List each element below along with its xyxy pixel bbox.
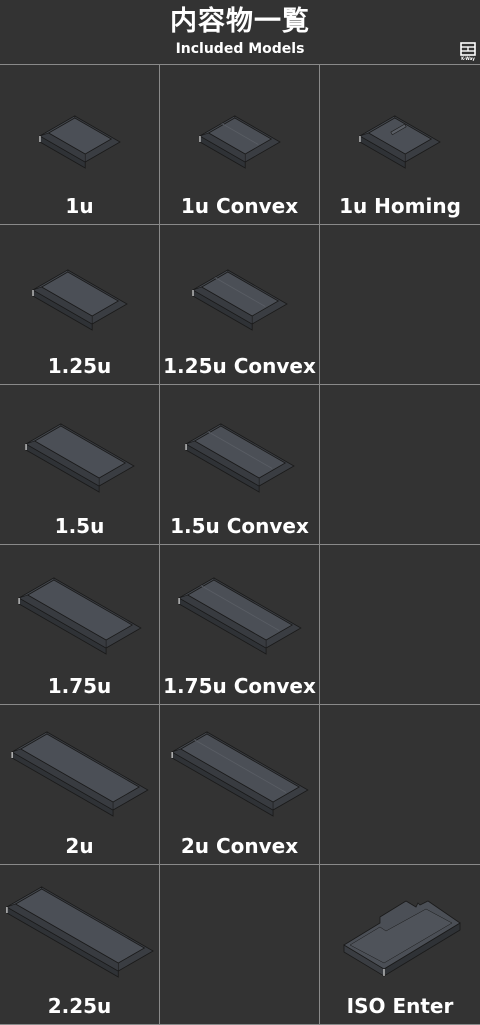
model-cell: 2u	[0, 705, 160, 865]
model-label: 2.25u	[47, 994, 112, 1018]
model-cell: ISO Enter	[320, 865, 480, 1025]
model-label: 2u	[65, 834, 94, 858]
model-cell: 1.25u Convex	[160, 225, 320, 385]
model-cell: 2u Convex	[160, 705, 320, 865]
model-label: ISO Enter	[346, 994, 454, 1018]
model-label: 2u Convex	[180, 834, 299, 858]
model-label: 1u	[65, 194, 94, 218]
model-cell: 2.25u	[0, 865, 160, 1025]
empty-cell	[320, 225, 480, 385]
model-label: 1u Convex	[180, 194, 299, 218]
page-title: 内容物一覧	[170, 6, 310, 37]
brand-logo-text: K-Way	[461, 56, 475, 61]
model-label: 1.75u Convex	[163, 674, 316, 698]
model-label: 1u Homing	[339, 194, 461, 218]
model-cell: 1.25u	[0, 225, 160, 385]
model-cell: 1.75u	[0, 545, 160, 705]
header: 内容物一覧 Included Models K-Way	[0, 0, 480, 64]
empty-cell	[320, 705, 480, 865]
model-cell: 1.75u Convex	[160, 545, 320, 705]
model-label: 1.5u Convex	[170, 514, 309, 538]
model-cell: 1u Convex	[160, 65, 320, 225]
model-cell: 1u Homing	[320, 65, 480, 225]
model-label: 1.25u	[47, 354, 112, 378]
model-label: 1.25u Convex	[163, 354, 316, 378]
page-subtitle: Included Models	[175, 41, 305, 57]
model-label: 1.75u	[47, 674, 112, 698]
model-cell: 1.5u	[0, 385, 160, 545]
empty-cell	[320, 385, 480, 545]
model-label: 1.5u	[54, 514, 105, 538]
model-cell: 1.5u Convex	[160, 385, 320, 545]
empty-cell	[160, 865, 320, 1025]
model-cell: 1u	[0, 65, 160, 225]
empty-cell	[320, 545, 480, 705]
models-grid: 1u 1u Convex 1u Homing 1.25u 1.25u Convex 1.5…	[0, 64, 480, 1025]
